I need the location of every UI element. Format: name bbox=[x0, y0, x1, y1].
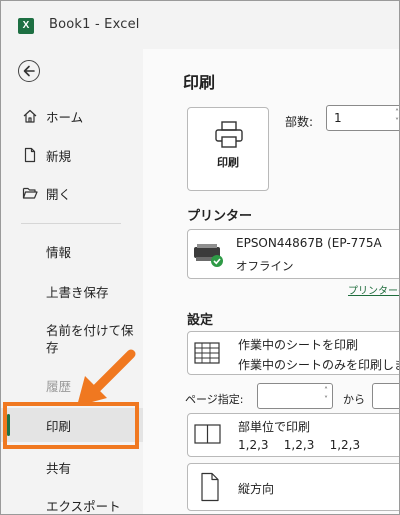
copies-spinner[interactable]: ˄ ˅ bbox=[395, 108, 399, 126]
nav-item-label: 情報 bbox=[46, 244, 72, 260]
print-panel: 印刷 印刷 部数: 1 ˄ ˅ プリンター EPSON44867B (EP-77… bbox=[143, 49, 400, 514]
annotation-arrow-icon bbox=[77, 349, 136, 406]
excel-logo-icon: X bbox=[18, 18, 38, 34]
print-scope-select[interactable]: 作業中のシートを印刷 作業中のシートのみを印刷しま bbox=[187, 331, 400, 375]
printer-name: EPSON44867B (EP-775A bbox=[236, 236, 382, 250]
print-button[interactable]: 印刷 bbox=[187, 107, 269, 191]
new-document-icon bbox=[22, 147, 38, 163]
copies-value: 1 bbox=[334, 111, 342, 125]
open-folder-icon bbox=[22, 185, 38, 201]
nav-divider bbox=[21, 223, 121, 224]
settings-section-title: 設定 bbox=[187, 313, 214, 328]
home-icon bbox=[22, 108, 38, 124]
pages-from-label: から bbox=[343, 393, 365, 406]
print-scope-desc: 作業中のシートのみを印刷しま bbox=[238, 358, 400, 372]
page-to-input[interactable] bbox=[372, 383, 399, 409]
back-arrow-icon[interactable] bbox=[18, 60, 40, 82]
title-bar: X Book1 - Excel bbox=[1, 1, 399, 49]
page-from-input[interactable]: ˄ ˅ bbox=[257, 383, 333, 409]
orientation-title: 縦方向 bbox=[238, 482, 275, 496]
printer-device-icon bbox=[192, 241, 226, 273]
nav-item-new[interactable]: 新規 bbox=[1, 140, 143, 170]
page-title: 印刷 bbox=[183, 73, 216, 92]
print-scope-title: 作業中のシートを印刷 bbox=[238, 338, 359, 352]
printer-section-title: プリンター bbox=[187, 209, 253, 224]
nav-item-label: ホーム bbox=[46, 109, 84, 125]
window-title: Book1 - Excel bbox=[49, 17, 140, 32]
collate-desc: 1,2,3 1,2,3 1,2,3 bbox=[238, 438, 361, 452]
print-button-label: 印刷 bbox=[217, 156, 239, 169]
excel-backstage-window: X Book1 - Excel ホーム 新規 開く 情報 上書き保存 名前を付け… bbox=[0, 0, 400, 515]
nav-item-label: 開く bbox=[46, 186, 72, 202]
nav-item-label: 履歴 bbox=[46, 378, 72, 394]
collate-icon bbox=[194, 423, 222, 449]
printer-select[interactable]: EPSON44867B (EP-775A オフライン bbox=[187, 229, 399, 279]
nav-item-label: エクスポート bbox=[46, 498, 121, 514]
page-from-spinner[interactable]: ˄ ˅ bbox=[324, 386, 328, 404]
nav-item-info[interactable]: 情報 bbox=[1, 236, 143, 266]
nav-item-share[interactable]: 共有 bbox=[1, 452, 143, 482]
collate-title: 部単位で印刷 bbox=[238, 420, 311, 434]
copies-input[interactable]: 1 ˄ ˅ bbox=[326, 105, 399, 131]
orientation-select[interactable]: 縦方向 bbox=[187, 463, 399, 511]
printer-icon bbox=[213, 120, 245, 154]
page-range-row: ページ指定: ˄ ˅ から bbox=[185, 383, 399, 411]
sheet-grid-icon bbox=[194, 341, 220, 369]
printer-status: オフライン bbox=[236, 259, 294, 273]
nav-item-open[interactable]: 開く bbox=[1, 178, 143, 208]
printer-properties-link[interactable]: プリンターの bbox=[348, 282, 399, 297]
collate-select[interactable]: 部単位で印刷 1,2,3 1,2,3 1,2,3 bbox=[187, 413, 399, 457]
nav-item-home[interactable]: ホーム bbox=[1, 101, 143, 131]
nav-item-label: 新規 bbox=[46, 148, 72, 164]
pages-label: ページ指定: bbox=[185, 393, 244, 406]
nav-item-export[interactable]: エクスポート bbox=[1, 490, 143, 514]
portrait-page-icon bbox=[200, 472, 220, 506]
copies-label: 部数: bbox=[285, 115, 314, 129]
nav-item-save[interactable]: 上書き保存 bbox=[1, 276, 143, 306]
nav-item-label: 共有 bbox=[46, 460, 72, 476]
nav-item-label: 上書き保存 bbox=[46, 284, 109, 300]
